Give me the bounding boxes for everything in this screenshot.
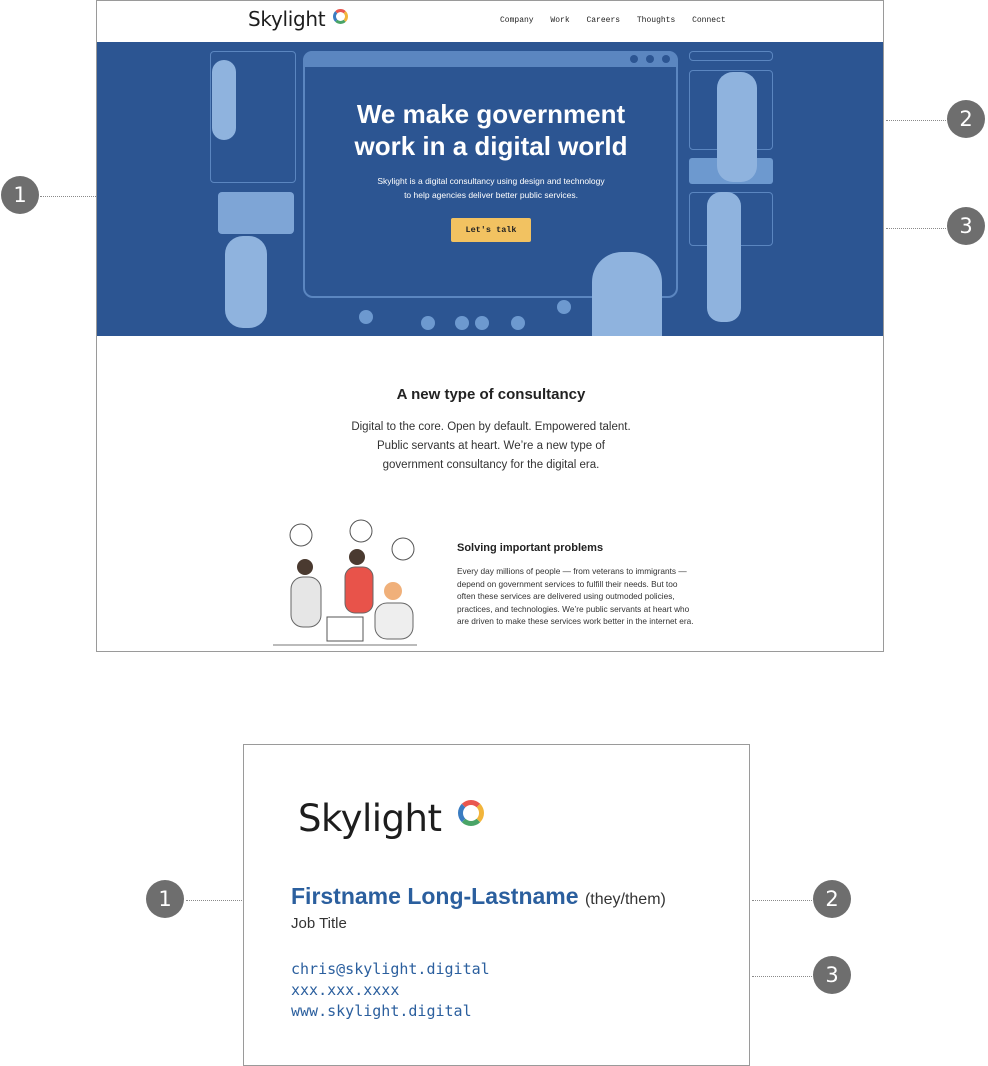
- circuit-node-icon: [359, 310, 373, 324]
- circuit-node-icon: [475, 316, 489, 330]
- hero-title: We make government work in a digital wor…: [97, 98, 883, 162]
- site-logo-text: Skylight: [248, 7, 326, 31]
- person-illustration: [707, 192, 741, 322]
- circuit-node-icon: [557, 300, 571, 314]
- signature-phone[interactable]: xxx.xxx.xxxx: [291, 980, 490, 1001]
- hero-subtitle: Skylight is a digital consultancy using …: [97, 174, 883, 202]
- site-logo[interactable]: Skylight: [248, 7, 348, 31]
- section-title: A new type of consultancy: [396, 386, 586, 403]
- nav-link-connect[interactable]: Connect: [692, 16, 726, 25]
- callout-badge-3: 3: [813, 956, 851, 994]
- hero-title-line-1: We make government: [356, 99, 626, 129]
- team-meeting-illustration: [273, 519, 417, 646]
- nav-link-thoughts[interactable]: Thoughts: [637, 16, 675, 25]
- signature-contact: chris@skylight.digital xxx.xxx.xxxx www.…: [291, 959, 490, 1022]
- signature-logo-text: Skylight: [298, 797, 442, 840]
- person-illustration: [225, 236, 267, 328]
- section-body-line-3: government consultancy for the digital e…: [382, 459, 600, 471]
- problems-body-line: are driven to make these services work b…: [457, 616, 694, 626]
- callout-line-3: [752, 976, 812, 977]
- callout-badge-3: 3: [947, 207, 985, 245]
- callout-line-3: [886, 228, 946, 229]
- problems-body-line: practices, and technologies. We’re publi…: [457, 603, 690, 614]
- signature-email-link[interactable]: chris@skylight.digital: [291, 959, 490, 980]
- problems-body-line: depend on government services to fulfill…: [457, 578, 678, 589]
- callout-line-1: [186, 900, 242, 901]
- signature-website-link[interactable]: www.skylight.digital: [291, 1001, 490, 1022]
- hero-subtitle-line-2: to help agencies deliver better public s…: [404, 190, 578, 200]
- signature-name-line: Firstname Long-Lastname (they/them): [291, 883, 666, 910]
- callout-badge-2: 2: [813, 880, 851, 918]
- callout-line-2: [752, 900, 812, 901]
- callout-line-1: [40, 196, 98, 197]
- section-body-line-2: Public servants at heart. We’re a new ty…: [377, 440, 605, 452]
- person-illustration: [592, 252, 662, 336]
- problems-body-line: Every day millions of people — from vete…: [457, 566, 687, 576]
- nav-link-work[interactable]: Work: [550, 16, 569, 25]
- circuit-node-icon: [421, 316, 435, 330]
- signature-name: Firstname Long-Lastname: [291, 883, 579, 909]
- problems-title: Solving important problems: [457, 542, 604, 554]
- email-signature-card: Skylight Firstname Long-Lastname (they/t…: [243, 744, 750, 1066]
- signature-pronouns: (they/them): [584, 891, 666, 908]
- circuit-node-icon: [511, 316, 525, 330]
- callout-badge-2: 2: [947, 100, 985, 138]
- lets-talk-button[interactable]: Let's talk: [451, 218, 531, 242]
- nav-links: Company Work Careers Thoughts Connect: [500, 16, 738, 25]
- site-nav: Skylight Company Work Careers Thoughts C…: [97, 1, 883, 42]
- right-panel-top-illustration: [689, 51, 773, 61]
- logo-ring-icon: [333, 9, 348, 24]
- website-screenshot: Skylight Company Work Careers Thoughts C…: [96, 0, 884, 652]
- signature-job-title: Job Title: [291, 915, 347, 932]
- circuit-node-icon: [455, 316, 469, 330]
- callout-line-2: [886, 120, 946, 121]
- nav-link-company[interactable]: Company: [500, 16, 534, 25]
- problems-body: Every day millions of people — from vete…: [457, 565, 747, 628]
- problems-body-line: often these services are delivered using…: [457, 591, 675, 601]
- nav-link-careers[interactable]: Careers: [586, 16, 620, 25]
- signature-logo: Skylight: [298, 797, 484, 840]
- section-body-line-1: Digital to the core. Open by default. Em…: [351, 421, 631, 433]
- callout-badge-1: 1: [146, 880, 184, 918]
- section-body: Digital to the core. Open by default. Em…: [97, 418, 883, 475]
- callout-badge-1: 1: [1, 176, 39, 214]
- hero-title-line-2: work in a digital world: [354, 131, 628, 161]
- logo-ring-icon: [458, 800, 484, 826]
- hero-banner: We make government work in a digital wor…: [97, 42, 883, 336]
- hero-subtitle-line-1: Skylight is a digital consultancy using …: [377, 176, 605, 186]
